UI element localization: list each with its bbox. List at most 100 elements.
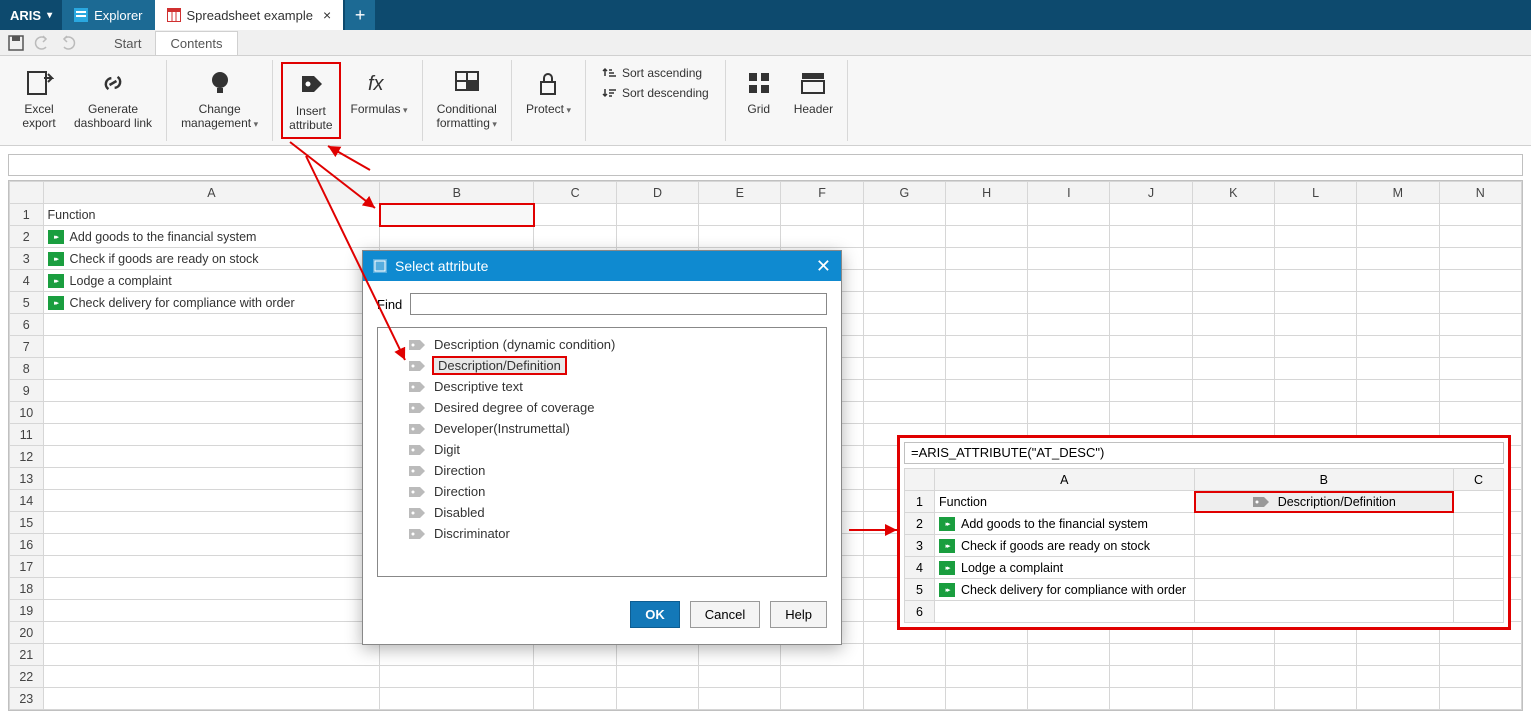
cell[interactable] (946, 248, 1028, 270)
cell[interactable] (534, 644, 616, 666)
cell[interactable] (534, 204, 616, 226)
cell[interactable]: Check delivery for compliance with order (935, 579, 1195, 601)
ribbon-tab-start[interactable]: Start (100, 32, 155, 55)
row-header[interactable]: 18 (10, 578, 44, 600)
cell[interactable] (1454, 491, 1504, 513)
cell[interactable]: Add goods to the financial system (43, 226, 380, 248)
attribute-item[interactable]: Discriminator (404, 523, 826, 544)
attribute-list[interactable]: Description (dynamic condition)Descripti… (377, 327, 827, 577)
conditional-formatting-button[interactable]: Conditional formatting (431, 62, 503, 135)
cell[interactable] (616, 688, 698, 710)
row-header[interactable]: 14 (10, 490, 44, 512)
tab-close-icon[interactable]: × (323, 7, 331, 23)
cell[interactable] (1110, 358, 1192, 380)
cell[interactable] (1028, 402, 1110, 424)
cell[interactable] (946, 204, 1028, 226)
cell[interactable]: Function (935, 491, 1195, 513)
formulas-button[interactable]: fx Formulas (345, 62, 414, 120)
formula-bar[interactable] (8, 154, 1523, 176)
cell[interactable] (1439, 358, 1521, 380)
cell[interactable] (1274, 358, 1356, 380)
row-header[interactable]: 2 (10, 226, 44, 248)
cell[interactable] (1274, 314, 1356, 336)
cell[interactable] (1454, 579, 1504, 601)
cell[interactable] (1110, 226, 1192, 248)
col-header[interactable]: A (935, 469, 1195, 491)
cell[interactable] (1274, 204, 1356, 226)
col-header[interactable]: L (1274, 182, 1356, 204)
col-header[interactable]: J (1110, 182, 1192, 204)
cell[interactable] (1357, 314, 1439, 336)
cell[interactable] (1357, 380, 1439, 402)
col-header[interactable]: H (946, 182, 1028, 204)
cell[interactable] (43, 666, 380, 688)
cell[interactable] (1274, 402, 1356, 424)
col-header[interactable]: K (1192, 182, 1274, 204)
cell[interactable] (1274, 666, 1356, 688)
cell[interactable] (43, 358, 380, 380)
cell[interactable]: Lodge a complaint (935, 557, 1195, 579)
cell[interactable] (863, 358, 945, 380)
cell[interactable] (946, 402, 1028, 424)
attribute-item[interactable]: Description/Definition (404, 355, 826, 376)
row-header[interactable]: 22 (10, 666, 44, 688)
cell[interactable] (616, 666, 698, 688)
cell[interactable] (1274, 688, 1356, 710)
cell[interactable] (1110, 248, 1192, 270)
cell[interactable] (946, 226, 1028, 248)
row-header[interactable]: 2 (905, 513, 935, 535)
cell[interactable] (1454, 513, 1504, 535)
cell[interactable] (1028, 688, 1110, 710)
cell[interactable] (1439, 314, 1521, 336)
cell[interactable] (1192, 292, 1274, 314)
cell[interactable] (1192, 336, 1274, 358)
cell[interactable] (43, 380, 380, 402)
cell[interactable] (1028, 292, 1110, 314)
cell[interactable] (380, 666, 534, 688)
cell[interactable] (1439, 688, 1521, 710)
row-header[interactable]: 6 (905, 601, 935, 623)
cell[interactable] (699, 666, 781, 688)
find-input[interactable] (410, 293, 827, 315)
row-header[interactable]: 15 (10, 512, 44, 534)
cell[interactable]: Add goods to the financial system (935, 513, 1195, 535)
cell[interactable] (946, 314, 1028, 336)
cell[interactable] (1192, 226, 1274, 248)
row-header[interactable]: 4 (905, 557, 935, 579)
row-header[interactable]: 16 (10, 534, 44, 556)
cell[interactable] (1028, 270, 1110, 292)
row-header[interactable]: 11 (10, 424, 44, 446)
row-header[interactable]: 10 (10, 402, 44, 424)
cell[interactable] (863, 314, 945, 336)
cell[interactable] (863, 248, 945, 270)
grid-toggle-button[interactable]: Grid (734, 62, 784, 120)
cell[interactable] (1274, 226, 1356, 248)
tab-explorer[interactable]: Explorer (62, 0, 154, 30)
protect-button[interactable]: Protect (520, 62, 577, 120)
cell[interactable] (946, 270, 1028, 292)
cell[interactable]: Function (43, 204, 380, 226)
cell[interactable]: Check if goods are ready on stock (43, 248, 380, 270)
col-header[interactable]: M (1357, 182, 1439, 204)
cell[interactable] (699, 644, 781, 666)
cell[interactable] (946, 688, 1028, 710)
col-header[interactable]: A (43, 182, 380, 204)
cell[interactable] (1028, 204, 1110, 226)
cell[interactable] (43, 578, 380, 600)
cell[interactable] (43, 402, 380, 424)
cell[interactable] (1028, 644, 1110, 666)
row-header[interactable]: 23 (10, 688, 44, 710)
cell[interactable] (43, 490, 380, 512)
cell[interactable] (1192, 688, 1274, 710)
header-toggle-button[interactable]: Header (788, 62, 839, 120)
cell[interactable] (1110, 380, 1192, 402)
cell[interactable] (1110, 666, 1192, 688)
cell[interactable] (863, 336, 945, 358)
cell[interactable] (380, 226, 534, 248)
cell[interactable] (534, 226, 616, 248)
row-header[interactable]: 5 (905, 579, 935, 601)
sort-ascending-button[interactable]: Sort ascending (596, 64, 715, 82)
cell[interactable] (1028, 314, 1110, 336)
cell[interactable] (1192, 248, 1274, 270)
cell[interactable]: Check delivery for compliance with order (43, 292, 380, 314)
